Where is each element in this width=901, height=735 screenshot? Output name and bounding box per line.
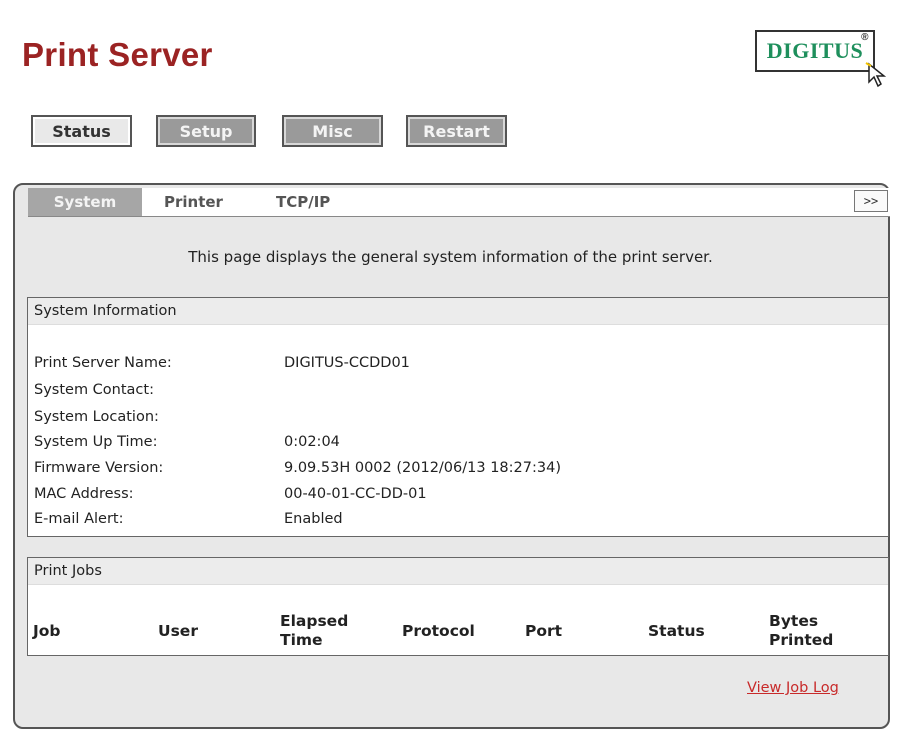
- info-label: Print Server Name:: [34, 355, 172, 371]
- page-description: This page displays the general system in…: [188, 248, 713, 266]
- column-label: Job: [33, 622, 61, 640]
- column-user: User: [158, 622, 198, 641]
- info-value: 0:02:04: [284, 434, 340, 450]
- restart-button[interactable]: Restart: [406, 115, 507, 147]
- cursor-arrow-icon: [865, 62, 887, 88]
- view-job-log-link[interactable]: View Job Log: [747, 680, 839, 696]
- sub-tab-bar: System Printer TCP/IP >>: [28, 188, 890, 217]
- column-label-line2: Time: [280, 631, 323, 649]
- more-tabs-button[interactable]: >>: [854, 190, 888, 212]
- info-value: Enabled: [284, 511, 343, 527]
- column-label: User: [158, 622, 198, 640]
- column-job: Job: [33, 622, 61, 641]
- column-label: Port: [525, 622, 563, 640]
- page-title: Print Server: [22, 36, 213, 73]
- info-label: E-mail Alert:: [34, 511, 124, 527]
- column-elapsed-time: Elapsed Time: [280, 612, 348, 650]
- tab-tcpip[interactable]: TCP/IP: [276, 188, 330, 216]
- info-value: 9.09.53H 0002 (2012/06/13 18:27:34): [284, 460, 561, 476]
- digitus-logo: DIGITUS ®: [755, 30, 887, 88]
- tab-printer[interactable]: Printer: [164, 188, 223, 216]
- column-protocol: Protocol: [402, 622, 475, 641]
- info-label: MAC Address:: [34, 486, 134, 502]
- column-status: Status: [648, 622, 705, 641]
- column-label-line1: Elapsed: [280, 612, 349, 630]
- info-label: System Contact:: [34, 382, 154, 398]
- setup-button[interactable]: Setup: [156, 115, 256, 147]
- info-label: System Location:: [34, 409, 159, 425]
- system-information-heading: System Information: [28, 298, 888, 325]
- column-label: Status: [648, 622, 705, 640]
- logo-text: DIGITUS: [766, 38, 864, 63]
- misc-button[interactable]: Misc: [282, 115, 383, 147]
- column-bytes-printed: Bytes Printed: [769, 612, 833, 650]
- column-port: Port: [525, 622, 562, 641]
- print-jobs-heading: Print Jobs: [28, 558, 888, 585]
- info-value: 00-40-01-CC-DD-01: [284, 486, 427, 502]
- info-label: Firmware Version:: [34, 460, 164, 476]
- column-label-line2: Printed: [769, 631, 834, 649]
- registered-mark: ®: [861, 32, 869, 43]
- column-label: Protocol: [402, 622, 475, 640]
- system-information-box: System Information Print Server Name: DI…: [27, 297, 889, 537]
- tab-system[interactable]: System: [28, 188, 142, 216]
- info-label: System Up Time:: [34, 434, 158, 450]
- column-label-line1: Bytes: [769, 612, 819, 630]
- print-jobs-box: Print Jobs Job User Elapsed Time Protoco…: [27, 557, 889, 656]
- status-button[interactable]: Status: [31, 115, 132, 147]
- info-value: DIGITUS-CCDD01: [284, 355, 410, 371]
